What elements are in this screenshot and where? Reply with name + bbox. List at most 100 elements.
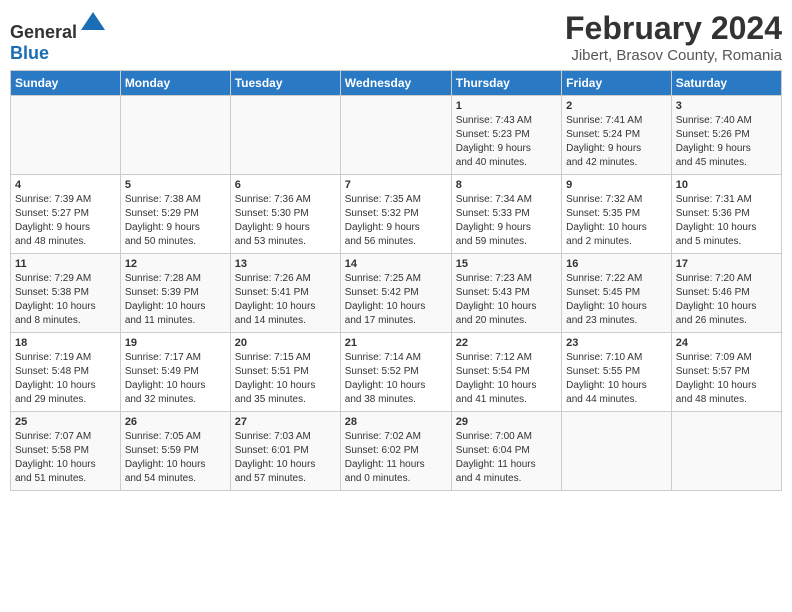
logo-icon [79, 10, 107, 38]
header-cell-wednesday: Wednesday [340, 71, 451, 96]
day-cell: 6 Sunrise: 7:36 AMSunset: 5:30 PMDaylight… [230, 175, 340, 254]
day-info: Sunrise: 7:05 AMSunset: 5:59 PMDaylight:… [125, 430, 226, 486]
day-cell: 29 Sunrise: 7:00 AMSunset: 6:04 PMDayligh… [451, 412, 561, 491]
day-cell: 19 Sunrise: 7:17 AMSunset: 5:49 PMDayligh… [120, 333, 230, 412]
day-cell: 25 Sunrise: 7:07 AMSunset: 5:58 PMDayligh… [11, 412, 121, 491]
day-number: 28 [345, 416, 447, 428]
calendar-header: SundayMondayTuesdayWednesdayThursdayFrid… [11, 71, 782, 96]
day-number: 10 [676, 179, 777, 191]
day-cell [230, 96, 340, 175]
day-number: 16 [566, 258, 667, 270]
day-info: Sunrise: 7:25 AMSunset: 5:42 PMDaylight:… [345, 272, 447, 328]
day-info: Sunrise: 7:38 AMSunset: 5:29 PMDaylight:… [125, 193, 226, 249]
day-info: Sunrise: 7:17 AMSunset: 5:49 PMDaylight:… [125, 351, 226, 407]
week-row-3: 11 Sunrise: 7:29 AMSunset: 5:38 PMDayligh… [11, 254, 782, 333]
day-cell: 22 Sunrise: 7:12 AMSunset: 5:54 PMDayligh… [451, 333, 561, 412]
day-number: 9 [566, 179, 667, 191]
day-cell [11, 96, 121, 175]
day-cell: 17 Sunrise: 7:20 AMSunset: 5:46 PMDayligh… [671, 254, 781, 333]
day-info: Sunrise: 7:41 AMSunset: 5:24 PMDaylight:… [566, 114, 667, 170]
week-row-2: 4 Sunrise: 7:39 AMSunset: 5:27 PMDaylight… [11, 175, 782, 254]
day-info: Sunrise: 7:29 AMSunset: 5:38 PMDaylight:… [15, 272, 116, 328]
day-cell: 14 Sunrise: 7:25 AMSunset: 5:42 PMDayligh… [340, 254, 451, 333]
day-number: 17 [676, 258, 777, 270]
day-number: 25 [15, 416, 116, 428]
day-cell [120, 96, 230, 175]
calendar-table: SundayMondayTuesdayWednesdayThursdayFrid… [10, 70, 782, 491]
week-row-1: 1 Sunrise: 7:43 AMSunset: 5:23 PMDaylight… [11, 96, 782, 175]
day-info: Sunrise: 7:43 AMSunset: 5:23 PMDaylight:… [456, 114, 557, 170]
day-info: Sunrise: 7:32 AMSunset: 5:35 PMDaylight:… [566, 193, 667, 249]
day-cell: 10Sunrise: 7:31 AMSunset: 5:36 PMDayligh… [671, 175, 781, 254]
day-number: 1 [456, 100, 557, 112]
day-cell [562, 412, 672, 491]
logo: General Blue [10, 10, 107, 64]
logo-general: General [10, 22, 77, 42]
header-cell-thursday: Thursday [451, 71, 561, 96]
day-info: Sunrise: 7:22 AMSunset: 5:45 PMDaylight:… [566, 272, 667, 328]
header-row: SundayMondayTuesdayWednesdayThursdayFrid… [11, 71, 782, 96]
header-cell-tuesday: Tuesday [230, 71, 340, 96]
day-cell: 4 Sunrise: 7:39 AMSunset: 5:27 PMDaylight… [11, 175, 121, 254]
day-number: 8 [456, 179, 557, 191]
day-number: 23 [566, 337, 667, 349]
day-number: 22 [456, 337, 557, 349]
day-cell [340, 96, 451, 175]
day-cell: 12 Sunrise: 7:28 AMSunset: 5:39 PMDayligh… [120, 254, 230, 333]
day-info: Sunrise: 7:09 AMSunset: 5:57 PMDaylight:… [676, 351, 777, 407]
day-cell: 23 Sunrise: 7:10 AMSunset: 5:55 PMDayligh… [562, 333, 672, 412]
week-row-5: 25 Sunrise: 7:07 AMSunset: 5:58 PMDayligh… [11, 412, 782, 491]
day-info: Sunrise: 7:02 AMSunset: 6:02 PMDaylight:… [345, 430, 447, 486]
day-number: 19 [125, 337, 226, 349]
day-info: Sunrise: 7:26 AMSunset: 5:41 PMDaylight:… [235, 272, 336, 328]
day-number: 6 [235, 179, 336, 191]
day-number: 7 [345, 179, 447, 191]
day-cell: 11 Sunrise: 7:29 AMSunset: 5:38 PMDayligh… [11, 254, 121, 333]
day-cell: 16 Sunrise: 7:22 AMSunset: 5:45 PMDayligh… [562, 254, 672, 333]
page-header: General Blue February 2024 Jibert, Braso… [10, 10, 782, 64]
day-number: 21 [345, 337, 447, 349]
week-row-4: 18Sunrise: 7:19 AMSunset: 5:48 PMDayligh… [11, 333, 782, 412]
header-cell-monday: Monday [120, 71, 230, 96]
day-info: Sunrise: 7:12 AMSunset: 5:54 PMDaylight:… [456, 351, 557, 407]
day-number: 5 [125, 179, 226, 191]
day-info: Sunrise: 7:23 AMSunset: 5:43 PMDaylight:… [456, 272, 557, 328]
header-cell-sunday: Sunday [11, 71, 121, 96]
day-number: 20 [235, 337, 336, 349]
day-number: 24 [676, 337, 777, 349]
day-info: Sunrise: 7:35 AMSunset: 5:32 PMDaylight:… [345, 193, 447, 249]
day-cell: 24 Sunrise: 7:09 AMSunset: 5:57 PMDayligh… [671, 333, 781, 412]
day-number: 11 [15, 258, 116, 270]
day-cell: 7 Sunrise: 7:35 AMSunset: 5:32 PMDaylight… [340, 175, 451, 254]
day-info: Sunrise: 7:39 AMSunset: 5:27 PMDaylight:… [15, 193, 116, 249]
month-title: February 2024 [565, 10, 782, 47]
day-number: 29 [456, 416, 557, 428]
day-cell: 1 Sunrise: 7:43 AMSunset: 5:23 PMDaylight… [451, 96, 561, 175]
day-info: Sunrise: 7:36 AMSunset: 5:30 PMDaylight:… [235, 193, 336, 249]
day-number: 4 [15, 179, 116, 191]
day-info: Sunrise: 7:10 AMSunset: 5:55 PMDaylight:… [566, 351, 667, 407]
calendar-body: 1 Sunrise: 7:43 AMSunset: 5:23 PMDaylight… [11, 96, 782, 491]
day-number: 12 [125, 258, 226, 270]
day-cell: 27Sunrise: 7:03 AMSunset: 6:01 PMDayligh… [230, 412, 340, 491]
day-number: 15 [456, 258, 557, 270]
day-info: Sunrise: 7:34 AMSunset: 5:33 PMDaylight:… [456, 193, 557, 249]
day-cell: 15 Sunrise: 7:23 AMSunset: 5:43 PMDayligh… [451, 254, 561, 333]
day-cell: 18Sunrise: 7:19 AMSunset: 5:48 PMDayligh… [11, 333, 121, 412]
day-info: Sunrise: 7:00 AMSunset: 6:04 PMDaylight:… [456, 430, 557, 486]
day-cell: 13Sunrise: 7:26 AMSunset: 5:41 PMDayligh… [230, 254, 340, 333]
day-cell: 5 Sunrise: 7:38 AMSunset: 5:29 PMDaylight… [120, 175, 230, 254]
day-number: 18 [15, 337, 116, 349]
day-info: Sunrise: 7:20 AMSunset: 5:46 PMDaylight:… [676, 272, 777, 328]
day-info: Sunrise: 7:28 AMSunset: 5:39 PMDaylight:… [125, 272, 226, 328]
day-cell: 8 Sunrise: 7:34 AMSunset: 5:33 PMDaylight… [451, 175, 561, 254]
day-cell: 2Sunrise: 7:41 AMSunset: 5:24 PMDaylight… [562, 96, 672, 175]
header-cell-saturday: Saturday [671, 71, 781, 96]
day-cell: 28 Sunrise: 7:02 AMSunset: 6:02 PMDayligh… [340, 412, 451, 491]
day-cell: 20Sunrise: 7:15 AMSunset: 5:51 PMDayligh… [230, 333, 340, 412]
day-number: 26 [125, 416, 226, 428]
day-cell: 3Sunrise: 7:40 AMSunset: 5:26 PMDaylight… [671, 96, 781, 175]
location-title: Jibert, Brasov County, Romania [565, 47, 782, 64]
day-number: 14 [345, 258, 447, 270]
day-info: Sunrise: 7:07 AMSunset: 5:58 PMDaylight:… [15, 430, 116, 486]
